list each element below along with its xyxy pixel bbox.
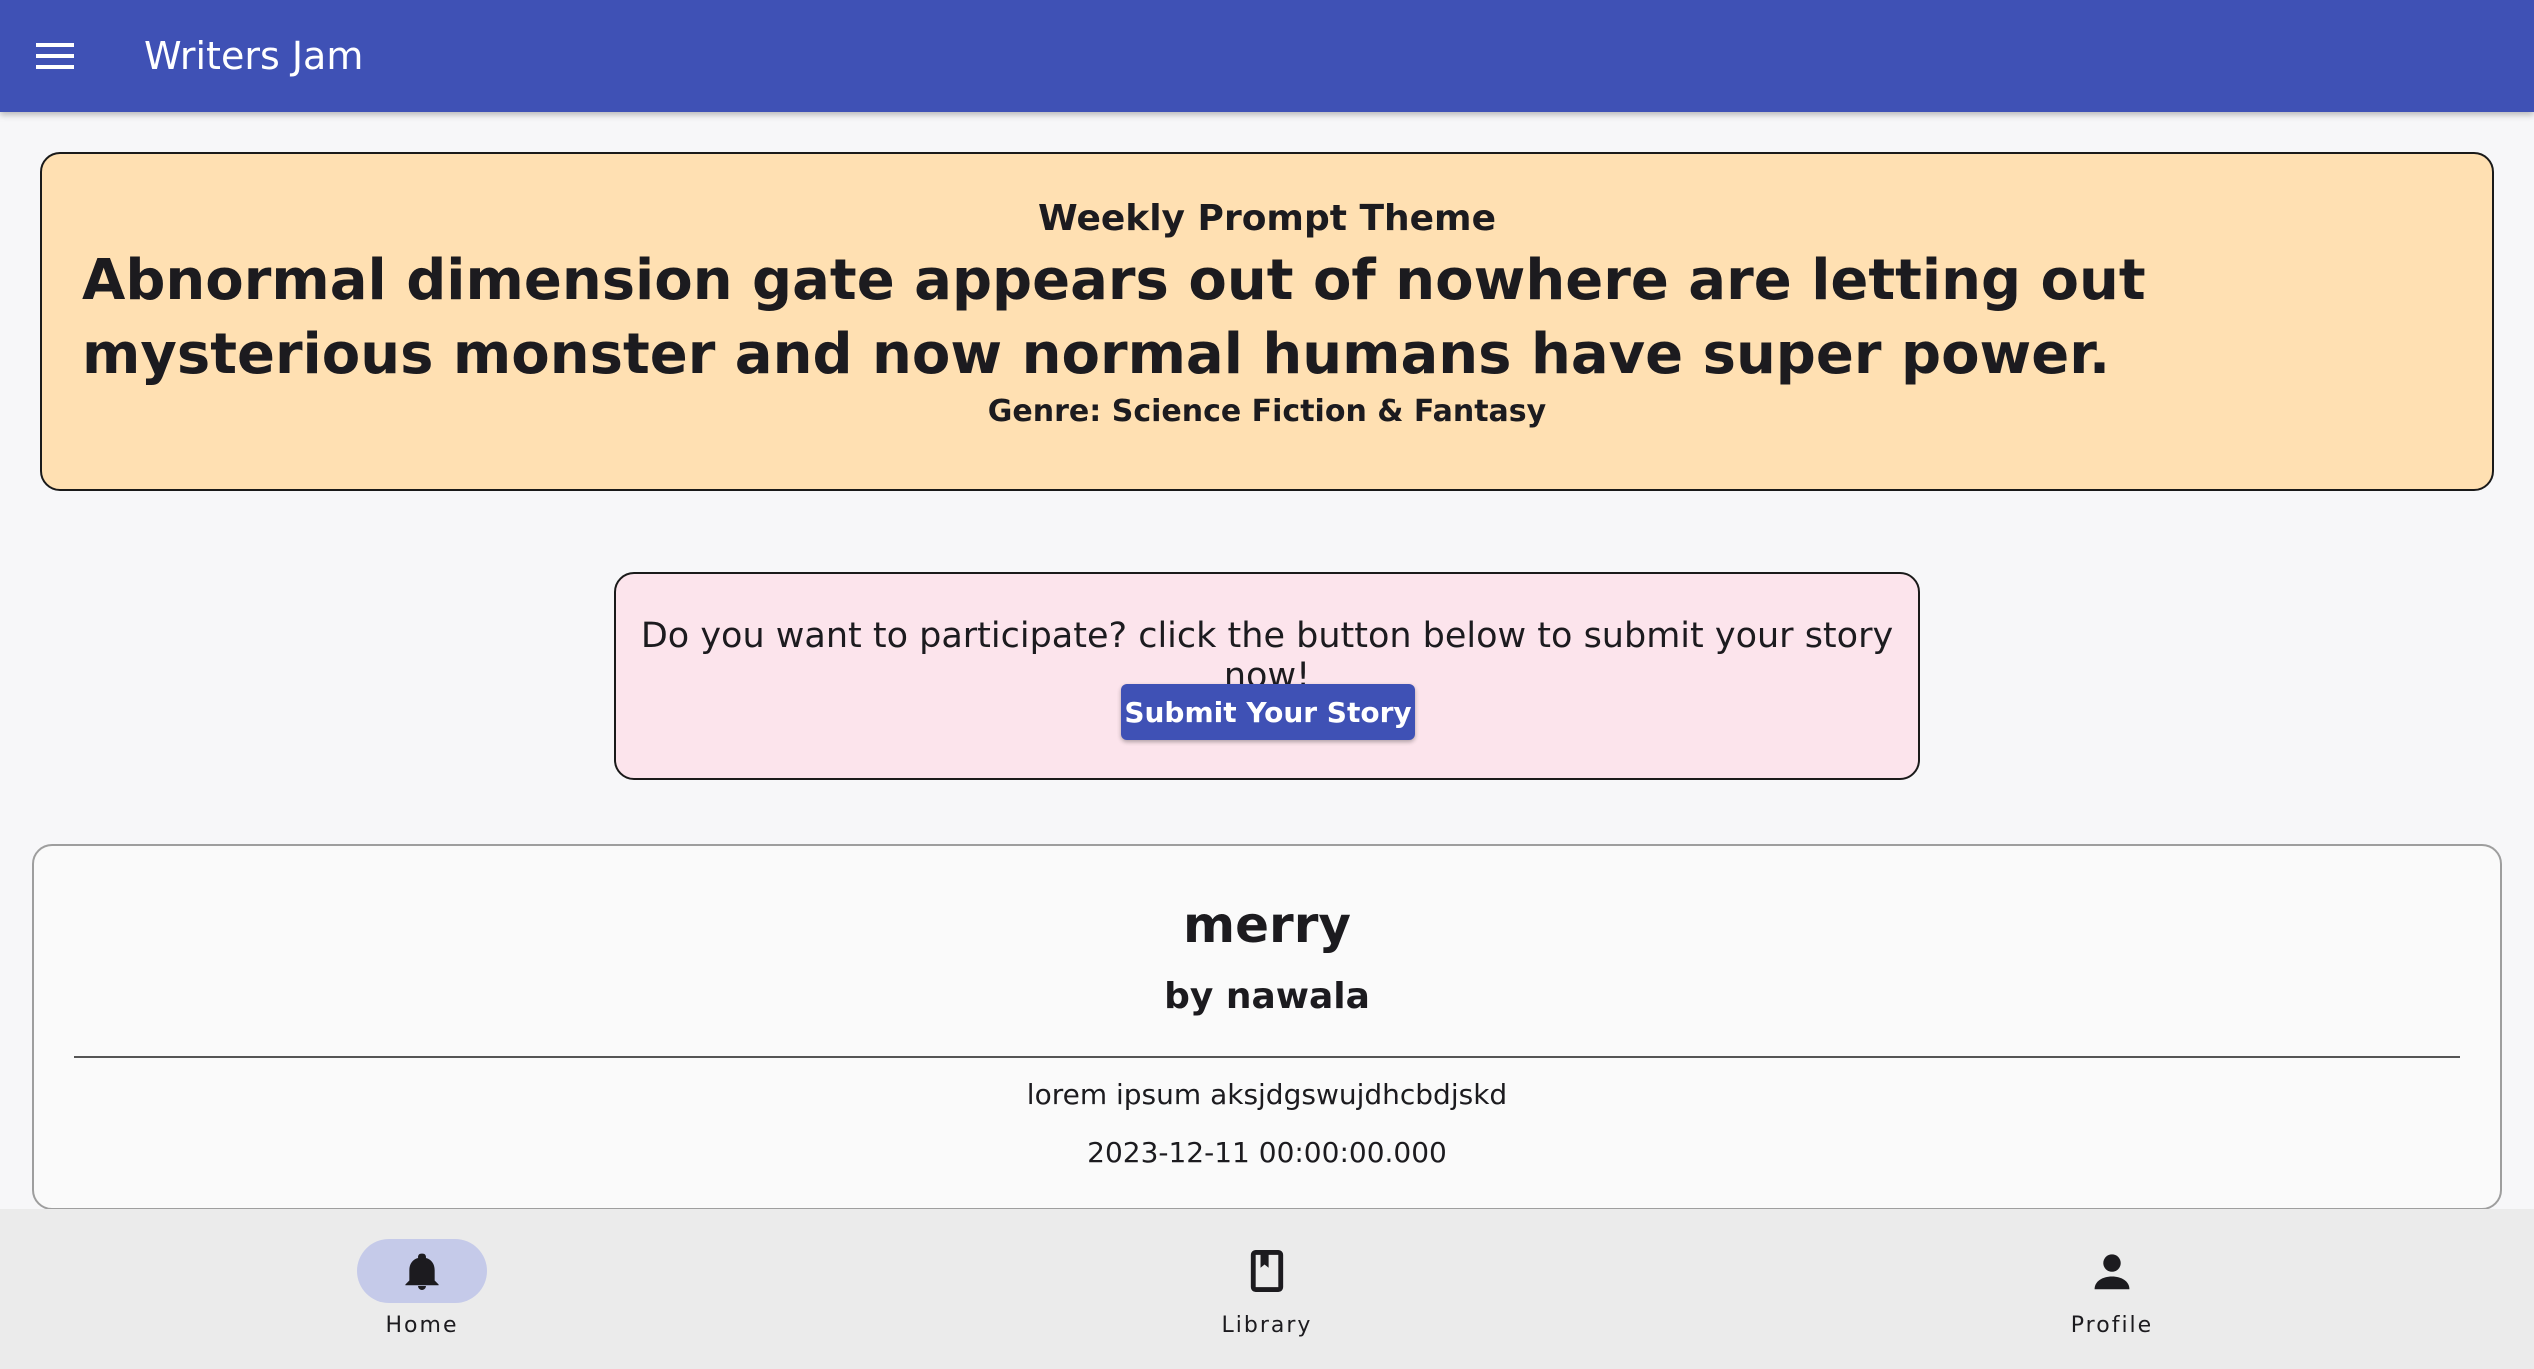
menu-icon (36, 43, 74, 69)
story-date: 2023-12-11 00:00:00.000 (1087, 1136, 1447, 1169)
story-author: by nawala (1164, 976, 1370, 1017)
nav-label-library: Library (1221, 1313, 1313, 1338)
nav-label-home: Home (385, 1313, 459, 1338)
prompt-genre: Genre: Science Fiction & Fantasy (987, 394, 1547, 429)
story-divider (74, 1056, 2460, 1058)
nav-item-home[interactable]: Home (272, 1209, 572, 1369)
nav-icon-container (2047, 1239, 2177, 1303)
person-icon (2094, 1254, 2130, 1290)
nav-icon-container (1202, 1239, 1332, 1303)
story-excerpt: lorem ipsum aksjdgswujdhcbdjskd (1026, 1078, 1508, 1111)
prompt-text: Abnormal dimension gate appears out of n… (82, 248, 2146, 387)
story-title: merry (1183, 896, 1351, 954)
app-title: Writers Jam (144, 34, 364, 78)
weekly-prompt-card: Weekly Prompt Theme Abnormal dimension g… (40, 152, 2494, 491)
bell-icon (405, 1253, 439, 1290)
submit-story-button[interactable]: Submit Your Story (1121, 684, 1415, 740)
app-screen: Writers Jam Weekly Prompt Theme Abnormal… (0, 0, 2534, 1369)
nav-label-profile: Profile (2070, 1313, 2154, 1338)
story-card[interactable]: merry by nawala lorem ipsum aksjdgswujdh… (32, 844, 2502, 1210)
nav-active-indicator (357, 1239, 487, 1303)
menu-button[interactable] (0, 0, 112, 112)
prompt-label: Weekly Prompt Theme (1038, 198, 1496, 239)
book-icon (1250, 1250, 1284, 1292)
bottom-navigation: Home Library Profile (0, 1209, 2534, 1369)
participate-card: Do you want to participate? click the bu… (614, 572, 1920, 780)
nav-item-profile[interactable]: Profile (1962, 1209, 2262, 1369)
top-app-bar: Writers Jam (0, 0, 2534, 112)
nav-item-library[interactable]: Library (1117, 1209, 1417, 1369)
